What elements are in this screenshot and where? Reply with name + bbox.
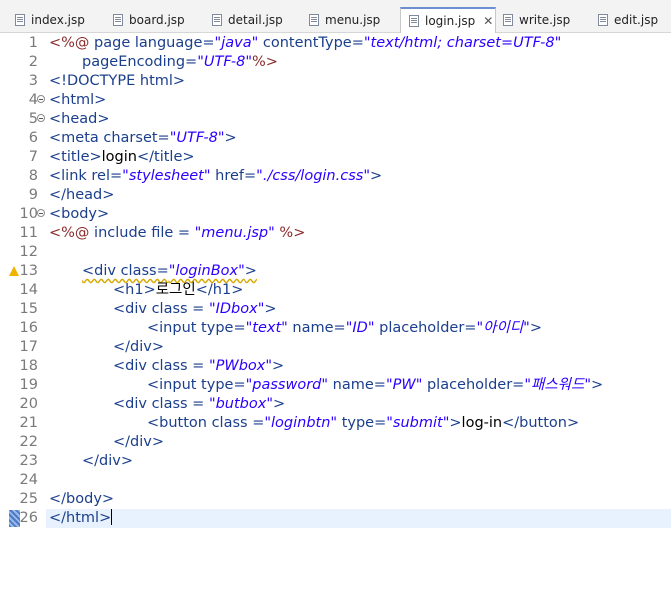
code-line-17: </div> — [113, 339, 164, 355]
tab-label: login.jsp — [425, 14, 476, 28]
jsp-file-icon — [212, 14, 222, 26]
line-number: 6 — [28, 130, 38, 146]
code-line-21: <button class ="loginbtn" type="submit">… — [147, 415, 580, 431]
code-line-2: pageEncoding="UTF-8"%> — [82, 54, 278, 70]
code-line-20: <div class = "butbox"> — [113, 396, 286, 412]
code-line-26: </html> — [49, 509, 113, 526]
jsp-file-icon — [113, 14, 123, 26]
code-line-6: <meta charset="UTF-8"> — [49, 130, 237, 146]
tab-menu-jsp[interactable]: menu.jsp — [309, 8, 380, 33]
tab-board-jsp[interactable]: board.jsp — [113, 8, 185, 33]
line-number: 19 — [19, 377, 38, 393]
line-number: 11 — [19, 225, 38, 241]
code-line-13: <div class="loginBox"> — [82, 263, 257, 279]
line-number-gutter: 1 2 3 4 5 6 7 8 9 10 11 12 13 14 15 16 1… — [0, 33, 46, 596]
line-number: 20 — [19, 396, 38, 412]
code-line-7: <title>login</title> — [49, 149, 195, 165]
code-editor[interactable]: 1 2 3 4 5 6 7 8 9 10 11 12 13 14 15 16 1… — [0, 33, 671, 596]
fold-collapse-icon[interactable] — [37, 114, 45, 122]
code-line-5: <head> — [49, 111, 110, 127]
line-number: 21 — [19, 415, 38, 431]
code-line-9: </head> — [49, 187, 115, 203]
code-line-18: <div class = "PWbox"> — [113, 358, 285, 374]
line-number: 18 — [19, 358, 38, 374]
jsp-file-icon — [15, 14, 25, 26]
line-number: 7 — [28, 149, 38, 165]
code-line-23: </div> — [82, 453, 133, 469]
code-line-8: <link rel="stylesheet" href="./css/login… — [49, 168, 383, 184]
code-area[interactable]: <%@ page language="java" contentType="te… — [49, 33, 671, 596]
line-number: 2 — [28, 54, 38, 70]
code-line-4: <html> — [49, 92, 107, 108]
jsp-file-icon — [309, 14, 319, 26]
code-line-19: <input type="password" name="PW" placeho… — [147, 377, 604, 393]
editor-tab-bar: index.jsp board.jsp detail.jsp menu.jsp … — [0, 0, 671, 33]
line-number: 3 — [28, 73, 38, 89]
jsp-file-icon — [503, 14, 513, 26]
warning-icon[interactable] — [9, 266, 19, 276]
line-number: 22 — [19, 434, 38, 450]
line-number: 25 — [19, 491, 38, 507]
jsp-file-icon — [409, 15, 419, 27]
code-line-15: <div class = "IDbox"> — [113, 301, 277, 317]
tab-label: menu.jsp — [325, 13, 381, 27]
jsp-file-icon — [598, 14, 608, 26]
tab-label: edit.jsp — [614, 13, 659, 27]
code-line-11: <%@ include file = "menu.jsp" %> — [49, 225, 306, 241]
line-number: 23 — [19, 453, 38, 469]
line-number: 16 — [19, 320, 38, 336]
code-line-10: <body> — [49, 206, 110, 222]
code-line-25: </body> — [49, 491, 115, 507]
code-line-3: <!DOCTYPE html> — [49, 73, 186, 89]
code-line-22: </div> — [113, 434, 164, 450]
line-number: 10 — [19, 206, 38, 222]
fold-collapse-icon[interactable] — [37, 95, 45, 103]
line-number: 14 — [19, 282, 38, 298]
annotation-marker-icon — [9, 510, 20, 527]
code-line-14: <h1>로그인</h1> — [113, 282, 244, 298]
tab-label: index.jsp — [31, 13, 85, 27]
line-number: 1 — [28, 35, 38, 51]
code-line-1: <%@ page language="java" contentType="te… — [49, 35, 562, 51]
line-number: 24 — [19, 472, 38, 488]
line-number: 9 — [28, 187, 38, 203]
close-icon[interactable]: ✕ — [483, 9, 493, 34]
line-number: 12 — [19, 244, 38, 260]
line-number: 4 — [28, 92, 38, 108]
tab-login-jsp[interactable]: login.jsp ✕ — [400, 7, 496, 33]
text-caret — [111, 509, 113, 525]
code-line-16: <input type="text" name="ID" placeholder… — [147, 320, 542, 336]
tab-label: board.jsp — [129, 13, 185, 27]
line-number: 17 — [19, 339, 38, 355]
tab-index-jsp[interactable]: index.jsp — [15, 8, 85, 33]
fold-collapse-icon[interactable] — [37, 209, 45, 217]
tab-detail-jsp[interactable]: detail.jsp — [212, 8, 283, 33]
tab-edit-jsp[interactable]: edit.jsp — [598, 8, 658, 33]
line-number: 5 — [28, 111, 38, 127]
tab-label: detail.jsp — [228, 13, 283, 27]
line-number: 15 — [19, 301, 38, 317]
tab-label: write.jsp — [519, 13, 571, 27]
line-number: 8 — [28, 168, 38, 184]
tab-write-jsp[interactable]: write.jsp — [503, 8, 570, 33]
